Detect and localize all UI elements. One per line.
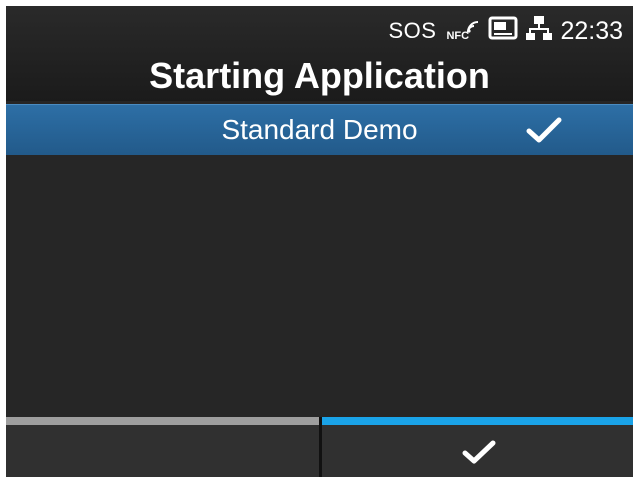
printer-display: SOS NFC 22:33 Starting Application Stand…: [6, 6, 633, 477]
sd-card-icon: [488, 16, 518, 47]
status-bar: SOS NFC 22:33: [388, 15, 623, 48]
clock: 22:33: [560, 16, 623, 45]
softkey-left-indicator: [6, 417, 319, 425]
header: SOS NFC 22:33 Starting Application: [6, 6, 633, 101]
checkmark-icon: [462, 439, 496, 465]
list-item-standard-demo[interactable]: Standard Demo: [6, 104, 633, 155]
confirm-softkey[interactable]: [322, 417, 633, 477]
checkmark-icon: [526, 116, 562, 144]
softkey-bar: [6, 417, 633, 477]
nfc-icon: NFC: [446, 20, 480, 42]
sos-indicator: SOS: [388, 18, 437, 43]
page-title: Starting Application: [149, 55, 490, 96]
softkey-right-indicator: [322, 417, 633, 425]
network-icon: [526, 15, 553, 48]
softkey-left[interactable]: [6, 417, 319, 477]
